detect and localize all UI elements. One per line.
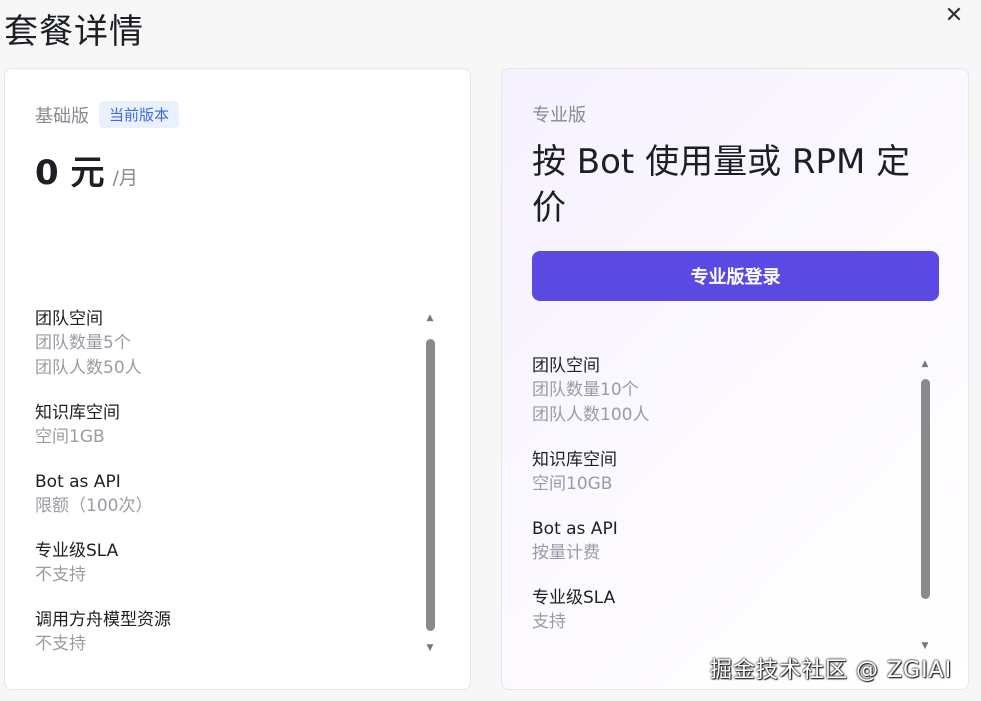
pro-feature-list: 团队空间 团队数量10个 团队人数100人 知识库空间 空间10GB Bot a… (532, 354, 649, 655)
feature-title: 知识库空间 (532, 450, 617, 470)
feature-title: Bot as API (532, 519, 618, 539)
basic-price: 0 元 /月 (35, 145, 138, 194)
feature-detail: 不支持 (35, 634, 86, 654)
feature-detail: 团队人数50人 (35, 358, 142, 378)
pro-scrollbar[interactable]: ▲ ▼ (918, 359, 932, 651)
feature-title: Bot as API (35, 472, 121, 492)
pro-login-button[interactable]: 专业版登录 (532, 251, 939, 301)
feature-detail: 不支持 (35, 565, 86, 585)
feature-title: 知识库空间 (35, 403, 120, 423)
scroll-down-icon[interactable]: ▼ (919, 641, 931, 651)
watermark-text: 掘金技术社区 @ ZGIAI (710, 658, 953, 683)
feature-sla: 专业级SLA 支持 (532, 586, 649, 635)
feature-bot-as-api: Bot as API 限额（100次） (35, 470, 171, 519)
feature-sla: 专业级SLA 不支持 (35, 539, 171, 588)
scroll-up-icon[interactable]: ▲ (919, 359, 931, 369)
scroll-down-icon[interactable]: ▼ (424, 643, 436, 653)
basic-tier-name: 基础版 (35, 105, 89, 127)
feature-title: 团队空间 (532, 356, 600, 376)
pro-plan-card: 专业版 按 Bot 使用量或 RPM 定价 专业版登录 团队空间 团队数量10个… (501, 68, 969, 690)
current-version-badge: 当前版本 (99, 101, 180, 128)
feature-detail: 团队数量10个 (532, 380, 639, 400)
feature-detail: 空间10GB (532, 474, 613, 494)
feature-title: 调用方舟模型资源 (35, 610, 171, 630)
feature-detail: 支持 (532, 612, 566, 632)
feature-title: 专业级SLA (35, 541, 119, 561)
feature-detail: 按量计费 (532, 543, 600, 563)
feature-detail: 空间1GB (35, 427, 105, 447)
price-amount: 0 元 (35, 153, 105, 193)
dialog-title: 套餐详情 (4, 12, 144, 52)
pro-pricing-headline: 按 Bot 使用量或 RPM 定价 (532, 142, 911, 228)
feature-bot-as-api: Bot as API 按量计费 (532, 517, 649, 566)
basic-scrollbar[interactable]: ▲ ▼ (423, 313, 437, 653)
feature-team-space: 团队空间 团队数量10个 团队人数100人 (532, 354, 649, 428)
feature-title: 团队空间 (35, 309, 103, 329)
basic-tier-row: 基础版 当前版本 (35, 101, 180, 128)
scroll-up-icon[interactable]: ▲ (424, 313, 436, 323)
plan-details-dialog: 套餐详情 ✕ 基础版 当前版本 0 元 /月 团队空间 团队数量5个 团队人数5… (0, 0, 981, 701)
price-unit: /月 (112, 167, 138, 189)
pro-tier-name: 专业版 (532, 105, 586, 126)
feature-team-space: 团队空间 团队数量5个 团队人数50人 (35, 307, 171, 381)
basic-plan-card: 基础版 当前版本 0 元 /月 团队空间 团队数量5个 团队人数50人 知识库空… (4, 68, 471, 690)
feature-detail: 限额（100次） (35, 496, 153, 516)
basic-feature-list: 团队空间 团队数量5个 团队人数50人 知识库空间 空间1GB Bot as A… (35, 307, 171, 677)
feature-detail: 团队数量5个 (35, 333, 131, 353)
feature-ark-model: 调用方舟模型资源 不支持 (35, 608, 171, 657)
scrollbar-thumb[interactable] (921, 379, 930, 599)
feature-title: 专业级SLA (532, 588, 616, 608)
feature-detail: 团队人数100人 (532, 405, 650, 425)
feature-knowledge-space: 知识库空间 空间1GB (35, 401, 171, 450)
scrollbar-thumb[interactable] (426, 339, 435, 631)
feature-knowledge-space: 知识库空间 空间10GB (532, 448, 649, 497)
close-icon[interactable]: ✕ (942, 4, 966, 28)
